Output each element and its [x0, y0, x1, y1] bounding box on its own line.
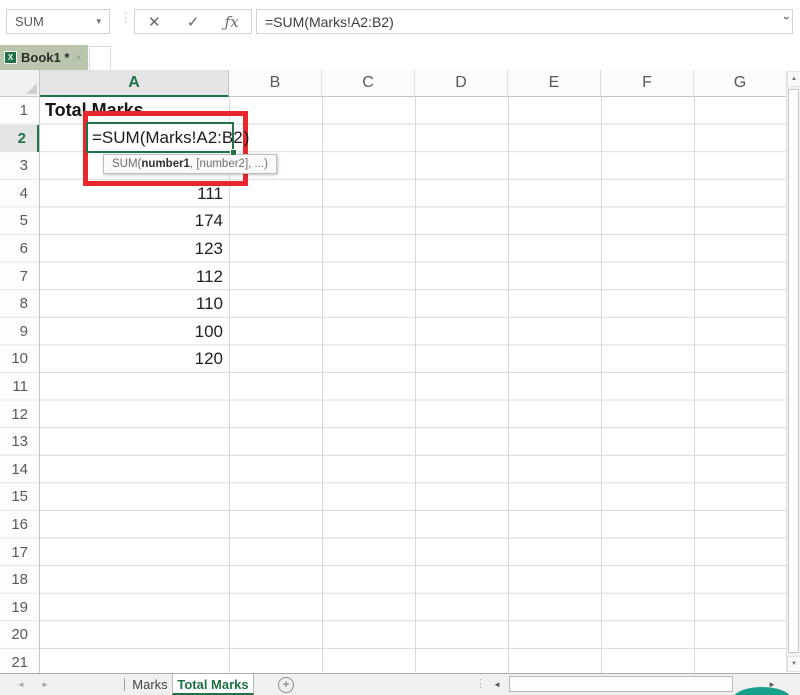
- scroll-up-icon[interactable]: ▲: [787, 71, 800, 87]
- row-header[interactable]: 11: [0, 373, 39, 401]
- workbook-tab-label: Book1 *: [21, 50, 70, 65]
- cell-a7[interactable]: 112: [40, 263, 223, 291]
- select-all-triangle-icon: [26, 83, 37, 94]
- row-header-active[interactable]: 2: [0, 124, 39, 153]
- tab-divider: [124, 678, 125, 691]
- new-document-tab[interactable]: [89, 46, 111, 70]
- hint-rest: , [number2], ...): [189, 158, 268, 170]
- vertical-scrollbar[interactable]: ▲ ▼: [786, 71, 800, 672]
- scroll-left-icon[interactable]: ◄: [493, 674, 501, 695]
- formula-buttons: ✕ ✓ ƒx: [134, 9, 252, 34]
- gridline: [322, 97, 323, 673]
- cell-a6[interactable]: 123: [40, 235, 223, 263]
- horizontal-scroll-thumb[interactable]: [509, 676, 733, 692]
- cell-a10[interactable]: 120: [40, 345, 223, 373]
- scroll-down-icon[interactable]: ▼: [787, 656, 800, 672]
- row-header[interactable]: 1: [0, 97, 39, 125]
- sheet-tab-marks[interactable]: Marks: [128, 674, 172, 695]
- row-header[interactable]: 6: [0, 235, 39, 263]
- sheet-nav-right-icon[interactable]: ►: [41, 674, 49, 695]
- row-header[interactable]: 9: [0, 318, 39, 346]
- column-header-g[interactable]: G: [694, 70, 786, 97]
- row-header[interactable]: 8: [0, 290, 39, 318]
- row-header[interactable]: 18: [0, 566, 39, 594]
- row-header[interactable]: 10: [0, 345, 39, 373]
- row-header[interactable]: 13: [0, 428, 39, 456]
- scrollbar-resize-dots-icon[interactable]: ⋮: [475, 677, 486, 690]
- workbook-tab-close-icon[interactable]: ×: [75, 52, 81, 64]
- gridline: [601, 97, 602, 673]
- cell-a8[interactable]: 110: [40, 290, 223, 318]
- column-header-f[interactable]: F: [601, 70, 694, 97]
- expand-formula-bar-icon[interactable]: ›: [780, 16, 794, 28]
- cell-a9[interactable]: 100: [40, 318, 223, 346]
- active-cell-editor[interactable]: =SUM(Marks!A2:B2 ): [86, 122, 249, 153]
- sheet-nav-left-icon[interactable]: ◄: [17, 674, 25, 695]
- column-header-b[interactable]: B: [229, 70, 322, 97]
- row-header[interactable]: 17: [0, 539, 39, 567]
- row-header[interactable]: 14: [0, 456, 39, 484]
- workbook-tab[interactable]: X Book1 * ×: [0, 45, 88, 70]
- editor-text-after-caret: ): [243, 127, 250, 147]
- hint-arg1: number1: [141, 158, 190, 170]
- select-all-corner[interactable]: [0, 70, 40, 97]
- row-header[interactable]: 3: [0, 152, 39, 180]
- formula-bar-input[interactable]: =SUM(Marks!A2:B2): [256, 9, 793, 34]
- name-box[interactable]: SUM ▾: [6, 9, 110, 34]
- column-header-c[interactable]: C: [322, 70, 415, 97]
- editor-text-before-caret: =SUM(Marks!A2:B2: [92, 127, 243, 147]
- sheet-tab-total-marks[interactable]: Total Marks: [172, 674, 254, 695]
- column-header-d[interactable]: D: [415, 70, 508, 97]
- row-header[interactable]: 20: [0, 621, 39, 649]
- row-headers: 1 2 3 4 5 6 7 8 9 10 11 12 13 14 15 16 1…: [0, 97, 40, 673]
- enter-button[interactable]: ✓: [174, 10, 213, 33]
- fill-handle[interactable]: [230, 149, 237, 156]
- column-header-a[interactable]: A: [40, 70, 229, 97]
- gridline: [415, 97, 416, 673]
- row-header[interactable]: 5: [0, 207, 39, 235]
- column-headers: A B C D E F G: [40, 70, 786, 97]
- row-header[interactable]: 19: [0, 594, 39, 622]
- row-header[interactable]: 7: [0, 263, 39, 291]
- row-header[interactable]: 12: [0, 401, 39, 429]
- name-box-value: SUM: [15, 14, 44, 29]
- excel-file-icon: X: [4, 51, 17, 64]
- vertical-scroll-thumb[interactable]: [788, 89, 799, 653]
- new-sheet-button[interactable]: +: [278, 677, 294, 693]
- name-box-dropdown-icon[interactable]: ▾: [96, 16, 101, 27]
- hint-prefix: SUM(: [112, 158, 142, 170]
- gridline: [508, 97, 509, 673]
- row-header[interactable]: 4: [0, 180, 39, 208]
- row-header[interactable]: 15: [0, 483, 39, 511]
- cancel-button[interactable]: ✕: [135, 10, 174, 33]
- sheet-tab-bar: ◄ ► Marks Total Marks + ⋮ ◄ ►: [0, 673, 800, 695]
- cell-a5[interactable]: 174: [40, 207, 223, 235]
- column-header-e[interactable]: E: [508, 70, 601, 97]
- document-tab-strip: X Book1 * × ▾ ✕: [0, 44, 800, 111]
- row-header[interactable]: 16: [0, 511, 39, 539]
- function-screentip: SUM(number1, [number2], ...): [103, 154, 277, 174]
- row-header[interactable]: 21: [0, 649, 39, 673]
- grip-dots-icon: ⋮: [119, 10, 132, 25]
- formula-bar-row: SUM ▾ ⋮ ✕ ✓ ƒx =SUM(Marks!A2:B2) ›: [0, 0, 800, 44]
- insert-function-button[interactable]: ƒx: [212, 10, 251, 33]
- gridline: [694, 97, 695, 673]
